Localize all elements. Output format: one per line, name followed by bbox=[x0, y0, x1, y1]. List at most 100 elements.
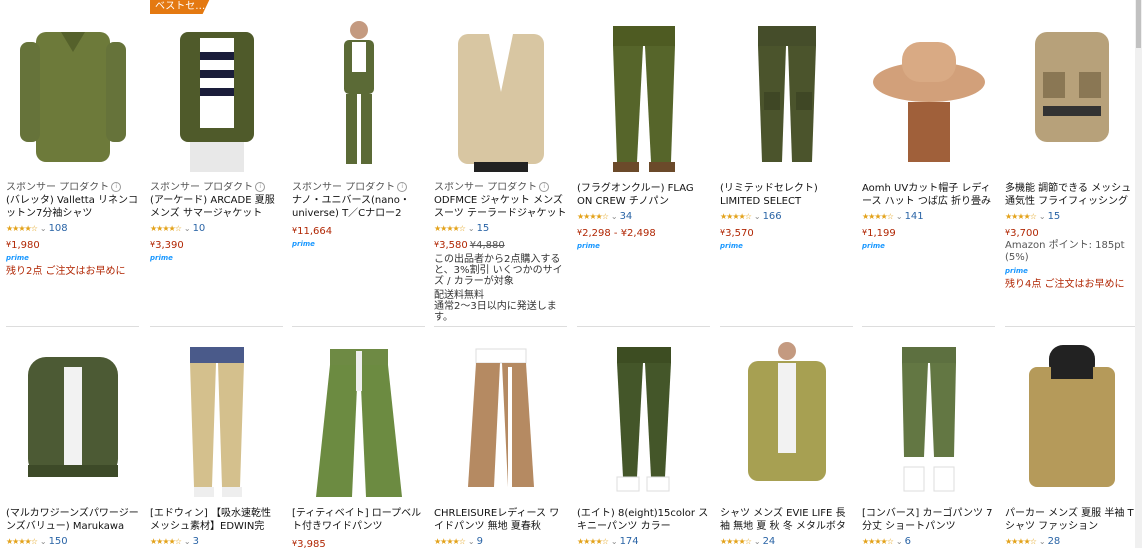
info-icon[interactable]: i bbox=[397, 182, 408, 192]
product-card[interactable]: [ティティベイト] ロープベルト付きワイドパンツ ¥3,985 bbox=[292, 337, 425, 550]
product-card[interactable]: スポンサー プロダクト i ODFMCE ジャケット メンズ スーツ テーラードジャ… bbox=[434, 12, 567, 323]
product-image[interactable] bbox=[1005, 337, 1138, 507]
green-wide-pants-image[interactable] bbox=[292, 337, 425, 507]
star-rating-icon[interactable]: ★★★★☆ bbox=[434, 224, 466, 233]
product-card[interactable]: (マルカワジーンズパワージーンズバリュー) Marukawa ★★★★☆ ⌄ 150 bbox=[6, 337, 139, 547]
review-count[interactable]: 34 bbox=[620, 211, 633, 222]
product-title[interactable]: 多機能 調節できる メッシュ 通気性 フライフィッシング bbox=[1005, 182, 1138, 208]
star-rating-icon[interactable]: ★★★★☆ bbox=[434, 537, 466, 546]
chevron-down-icon[interactable]: ⌄ bbox=[896, 537, 903, 546]
product-image[interactable] bbox=[720, 12, 853, 182]
product-card[interactable]: ベストセ… スポンサー プロダクト i (アーケード) ARCADE 夏服 メンズ サ… bbox=[150, 0, 283, 262]
review-count[interactable]: 24 bbox=[763, 536, 776, 547]
fishing-vest-image[interactable] bbox=[1005, 12, 1138, 182]
scrollbar-thumb[interactable] bbox=[1136, 0, 1141, 48]
chevron-down-icon[interactable]: ⌄ bbox=[468, 537, 475, 546]
product-card[interactable]: [エドウィン] 【吸水速乾性 メッシュ素材】EDWIN完 ★★★★☆ ⌄ 3 bbox=[150, 337, 283, 547]
star-rating-icon[interactable]: ★★★★☆ bbox=[862, 537, 894, 546]
star-rating-icon[interactable]: ★★★★☆ bbox=[150, 224, 182, 233]
product-card[interactable]: [コンバース] カーゴパンツ 7分丈 ショートパンツ ★★★★☆ ⌄ 6 bbox=[862, 337, 995, 547]
product-title[interactable]: [エドウィン] 【吸水速乾性 メッシュ素材】EDWIN完 bbox=[150, 507, 283, 533]
chevron-down-icon[interactable]: ⌄ bbox=[611, 212, 618, 221]
review-count[interactable]: 28 bbox=[1048, 536, 1061, 547]
product-card[interactable]: (リミテッドセレクト) LIMITED SELECT ★★★★☆ ⌄ 166 ¥3,57… bbox=[720, 12, 853, 250]
product-image[interactable] bbox=[862, 337, 995, 507]
hoodie-tee-image[interactable] bbox=[1005, 337, 1138, 507]
product-image[interactable] bbox=[292, 337, 425, 507]
olive-blazer-image[interactable] bbox=[150, 12, 283, 182]
olive-bomber-image[interactable] bbox=[6, 337, 139, 507]
review-count[interactable]: 141 bbox=[905, 211, 924, 222]
chevron-down-icon[interactable]: ⌄ bbox=[184, 537, 191, 546]
product-card[interactable]: Aomh UVカット帽子 レディース ハット つば広 折り畳み ★★★★☆ ⌄ 141… bbox=[862, 12, 995, 250]
beige-blazer-image[interactable] bbox=[434, 12, 567, 182]
product-title[interactable]: (バレッタ) Valletta リネンコットン7分袖シャツ bbox=[6, 194, 139, 220]
product-title[interactable]: Aomh UVカット帽子 レディース ハット つば広 折り畳み bbox=[862, 182, 995, 208]
info-icon[interactable]: i bbox=[539, 182, 550, 192]
chevron-down-icon[interactable]: ⌄ bbox=[1039, 212, 1046, 221]
beige-pants-image[interactable] bbox=[150, 337, 283, 507]
chevron-down-icon[interactable]: ⌄ bbox=[40, 224, 47, 233]
chevron-down-icon[interactable]: ⌄ bbox=[40, 537, 47, 546]
star-rating-icon[interactable]: ★★★★☆ bbox=[720, 212, 752, 221]
product-card[interactable]: スポンサー プロダクト i ナノ・ユニバース(nano・universe) T／Cナ… bbox=[292, 12, 425, 248]
bucket-hat-image[interactable] bbox=[862, 12, 995, 182]
product-title[interactable]: (エイト) 8(eight)15color スキニーパンツ カラー bbox=[577, 507, 710, 533]
review-count[interactable]: 166 bbox=[763, 211, 782, 222]
chevron-down-icon[interactable]: ⌄ bbox=[896, 212, 903, 221]
star-rating-icon[interactable]: ★★★★☆ bbox=[1005, 212, 1037, 221]
olive-shirt-image[interactable] bbox=[6, 12, 139, 182]
star-rating-icon[interactable]: ★★★★☆ bbox=[577, 212, 609, 221]
product-image[interactable] bbox=[6, 337, 139, 507]
khaki-shirt-image[interactable] bbox=[720, 337, 853, 507]
review-count[interactable]: 6 bbox=[905, 536, 911, 547]
star-rating-icon[interactable]: ★★★★☆ bbox=[577, 537, 609, 546]
product-title[interactable]: ナノ・ユニバース(nano・universe) T／Cナロー2 bbox=[292, 194, 425, 220]
info-icon[interactable]: i bbox=[111, 182, 122, 192]
product-image[interactable] bbox=[434, 12, 567, 182]
product-title[interactable]: パーカー メンズ 夏服 半袖 Tシャツ ファッション bbox=[1005, 507, 1138, 533]
chevron-down-icon[interactable]: ⌄ bbox=[468, 224, 475, 233]
product-image[interactable] bbox=[6, 12, 139, 182]
product-image[interactable] bbox=[577, 12, 710, 182]
product-card[interactable]: パーカー メンズ 夏服 半袖 Tシャツ ファッション ★★★★☆ ⌄ 28 bbox=[1005, 337, 1138, 547]
cargo-pants-image[interactable] bbox=[720, 12, 853, 182]
product-image[interactable] bbox=[434, 337, 567, 507]
product-title[interactable]: (フラグオンクルー) FLAG ON CREW チノパン bbox=[577, 182, 710, 208]
star-rating-icon[interactable]: ★★★★☆ bbox=[150, 537, 182, 546]
product-image[interactable] bbox=[720, 337, 853, 507]
product-title[interactable]: シャツ メンズ EVIE LIFE 長袖 無地 夏 秋 冬 メタルボタン bbox=[720, 507, 853, 533]
product-title[interactable]: [コンバース] カーゴパンツ 7分丈 ショートパンツ bbox=[862, 507, 995, 533]
product-image[interactable] bbox=[577, 337, 710, 507]
chevron-down-icon[interactable]: ⌄ bbox=[754, 537, 761, 546]
product-title[interactable]: (マルカワジーンズパワージーンズバリュー) Marukawa bbox=[6, 507, 139, 533]
product-card[interactable]: CHRLEISUREレディース ワイドパンツ 無地 夏春秋 ★★★★☆ ⌄ 9 bbox=[434, 337, 567, 547]
product-card[interactable]: スポンサー プロダクト i (バレッタ) Valletta リネンコットン7分袖シャ… bbox=[6, 12, 139, 277]
product-title[interactable]: ODFMCE ジャケット メンズ スーツ テーラードジャケット bbox=[434, 194, 567, 220]
product-image[interactable] bbox=[292, 12, 425, 182]
product-card[interactable]: シャツ メンズ EVIE LIFE 長袖 無地 夏 秋 冬 メタルボタン ★★★★… bbox=[720, 337, 853, 547]
info-icon[interactable]: i bbox=[255, 182, 266, 192]
review-count[interactable]: 174 bbox=[620, 536, 639, 547]
product-image[interactable] bbox=[1005, 12, 1138, 182]
product-image[interactable] bbox=[862, 12, 995, 182]
product-card[interactable]: (フラグオンクルー) FLAG ON CREW チノパン ★★★★☆ ⌄ 34 ¥2,2… bbox=[577, 12, 710, 250]
olive-suit-image[interactable] bbox=[292, 12, 425, 182]
chevron-down-icon[interactable]: ⌄ bbox=[611, 537, 618, 546]
review-count[interactable]: 15 bbox=[477, 223, 490, 234]
product-image[interactable] bbox=[150, 337, 283, 507]
olive-chinos-image[interactable] bbox=[577, 12, 710, 182]
review-count[interactable]: 10 bbox=[193, 223, 206, 234]
product-card[interactable]: (エイト) 8(eight)15color スキニーパンツ カラー ★★★★☆ ⌄… bbox=[577, 337, 710, 547]
chevron-down-icon[interactable]: ⌄ bbox=[184, 224, 191, 233]
product-card[interactable]: 多機能 調節できる メッシュ 通気性 フライフィッシング ★★★★☆ ⌄ 15 ¥3,7… bbox=[1005, 12, 1138, 290]
cropped-cargo-image[interactable] bbox=[862, 337, 995, 507]
product-image[interactable] bbox=[150, 12, 283, 182]
scrollbar[interactable] bbox=[1135, 0, 1142, 548]
star-rating-icon[interactable]: ★★★★☆ bbox=[1005, 537, 1037, 546]
star-rating-icon[interactable]: ★★★★☆ bbox=[6, 537, 38, 546]
skinny-pants-image[interactable] bbox=[577, 337, 710, 507]
review-count[interactable]: 108 bbox=[49, 223, 68, 234]
chevron-down-icon[interactable]: ⌄ bbox=[754, 212, 761, 221]
review-count[interactable]: 3 bbox=[193, 536, 199, 547]
